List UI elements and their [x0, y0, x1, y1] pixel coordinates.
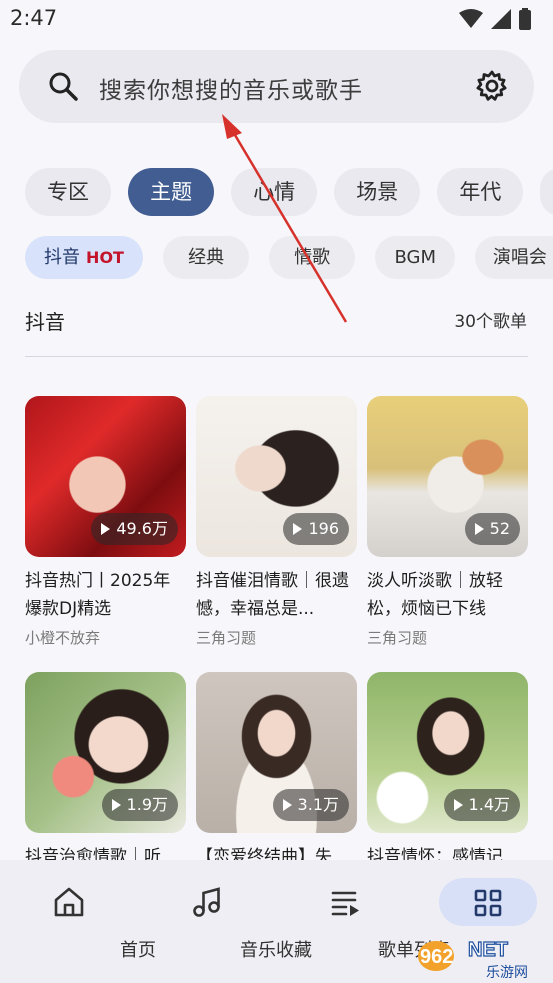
subtag-douyin[interactable]: 抖音 HOT: [25, 236, 143, 279]
play-count: 49.6万: [116, 519, 168, 538]
play-icon: [101, 523, 111, 535]
play-count: 1.4万: [468, 795, 510, 814]
playlist-card[interactable]: 49.6万 抖音热门丨2025年爆款DJ精选 小橙不放弃: [25, 396, 186, 648]
watermark-logo: 962 NET 乐游网: [414, 930, 550, 982]
playlist-icon: [331, 891, 359, 916]
play-count-badge: 1.9万: [101, 789, 178, 821]
nav-home[interactable]: 首页: [0, 860, 156, 983]
play-count: 196: [308, 519, 339, 538]
playlist-card[interactable]: 196 抖音催泪情歌｜很遗憾，幸福总是... 三角习题: [196, 396, 357, 648]
category-chips: 专区 主题 心情 场景 年代: [25, 168, 553, 218]
nav-music-favorites[interactable]: 音乐收藏: [138, 860, 312, 983]
play-count-badge: 1.4万: [443, 789, 520, 821]
play-count: 52: [489, 519, 510, 538]
home-icon: [54, 887, 84, 917]
subtag-chips: 抖音 HOT 经典 情歌 BGM 演唱会: [25, 236, 553, 280]
svg-text:乐游网: 乐游网: [486, 965, 528, 981]
playlist-cover: 3.1万: [196, 672, 357, 833]
play-count-badge: 49.6万: [91, 513, 178, 545]
playlist-author: 小橙不放弃: [25, 629, 101, 647]
settings-gear-icon[interactable]: [476, 70, 508, 102]
section-title: 抖音: [25, 310, 65, 334]
play-icon: [293, 523, 303, 535]
playlist-author: 三角习题: [367, 629, 428, 647]
play-icon: [282, 799, 292, 811]
chip-xinqing[interactable]: 心情: [231, 168, 318, 216]
hot-badge: HOT: [86, 248, 124, 267]
chip-zhuanqu[interactable]: 专区: [25, 168, 111, 216]
signal-icon: [491, 9, 511, 29]
battery-icon: [519, 8, 531, 30]
subtag-jingdian[interactable]: 经典: [163, 236, 250, 279]
svg-text:962: 962: [420, 946, 453, 968]
section-count[interactable]: 30个歌单: [454, 307, 527, 332]
chip-changjing[interactable]: 场景: [334, 168, 421, 216]
play-count-badge: 3.1万: [272, 789, 349, 821]
playlist-title: 抖音催泪情歌｜很遗憾，幸福总是...: [196, 571, 349, 619]
status-icons: [459, 8, 531, 30]
playlist-cover: 1.9万: [25, 672, 186, 833]
nav-playlist-list[interactable]: 歌单列表: [276, 860, 450, 983]
status-time: 2:47: [10, 6, 58, 30]
grid-icon: [474, 889, 502, 917]
play-icon: [453, 799, 463, 811]
subtag-qingge[interactable]: 情歌: [269, 236, 356, 279]
play-icon: [111, 799, 121, 811]
music-note-icon: [193, 887, 220, 917]
subtag-label: 抖音: [44, 247, 81, 268]
chip-zhuti[interactable]: 主题: [128, 168, 215, 216]
wifi-icon: [459, 9, 483, 28]
play-count-badge: 52: [464, 513, 520, 545]
search-bar[interactable]: 搜索你想搜的音乐或歌手: [19, 50, 534, 123]
search-icon: [49, 72, 78, 101]
play-count: 1.9万: [126, 795, 168, 814]
play-count-badge: 196: [283, 513, 349, 545]
playlist-cover: 49.6万: [25, 396, 186, 557]
play-count: 3.1万: [297, 795, 339, 814]
playlist-cover: 1.4万: [367, 672, 528, 833]
playlist-card[interactable]: 52 淡人听淡歌｜放轻松，烦恼已下线 三角习题: [367, 396, 528, 648]
search-input[interactable]: 搜索你想搜的音乐或歌手: [99, 71, 363, 105]
playlist-cover: 196: [196, 396, 357, 557]
subtag-label: 演唱会: [492, 247, 547, 268]
playlist-cover: 52: [367, 396, 528, 557]
chip-niandai[interactable]: 年代: [437, 168, 524, 216]
status-bar: 2:47: [0, 0, 553, 38]
play-icon: [474, 523, 484, 535]
playlist-title: 抖音热门丨2025年爆款DJ精选: [25, 571, 171, 619]
svg-text:NET: NET: [468, 939, 508, 961]
divider: [25, 356, 528, 357]
subtag-bgm[interactable]: BGM: [375, 236, 456, 279]
chip-partial[interactable]: [540, 168, 553, 216]
playlist-title: 淡人听淡歌｜放轻松，烦恼已下线: [367, 571, 503, 619]
subtag-yanchanghui[interactable]: 演唱会: [475, 236, 553, 279]
playlist-author: 三角习题: [196, 629, 257, 647]
